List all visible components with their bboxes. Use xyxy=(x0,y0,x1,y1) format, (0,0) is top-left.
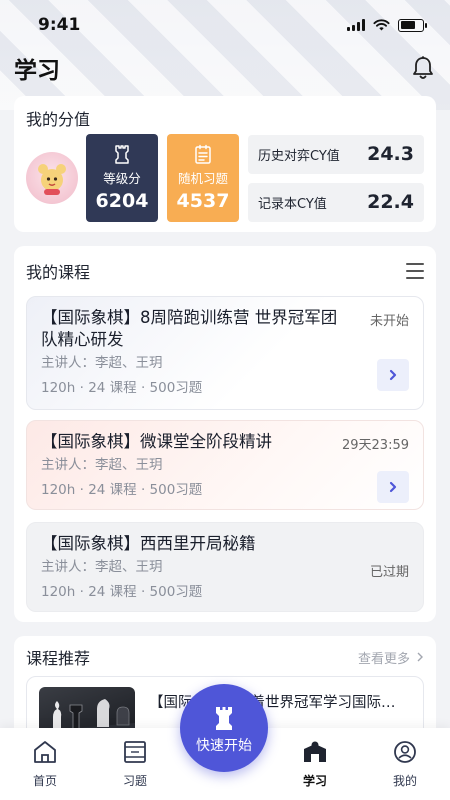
course-lecturer: 主讲人：李超、王玥 xyxy=(41,457,163,473)
record-cy-value: 22.4 xyxy=(367,191,414,213)
course-countdown: 29天23:59 xyxy=(341,438,409,453)
history-cy-value: 24.3 xyxy=(367,143,414,165)
course-lecturer: 主讲人：李超、王玥 xyxy=(41,559,163,575)
score-row: 等级分 6204 随机习题 4537 历史对弈CY值 24.3 记录本CY值 2… xyxy=(26,134,424,222)
tab-study[interactable]: 学习 xyxy=(270,728,360,800)
score-card: 我的分值 等级分 6204 随机习题 4537 历史对弈CY值 24.3 记录本… xyxy=(14,96,436,232)
course-enter-button[interactable] xyxy=(377,359,409,391)
level-score-tile[interactable]: 等级分 6204 xyxy=(86,134,158,222)
level-score-label: 等级分 xyxy=(103,171,141,186)
tab-home[interactable]: 首页 xyxy=(0,728,90,800)
course-meta: 120h · 24 课程 · 500习题 xyxy=(41,482,203,498)
avatar[interactable] xyxy=(26,152,78,204)
random-exercise-tile[interactable]: 随机习题 4537 xyxy=(167,134,239,222)
course-card[interactable]: 【国际象棋】8周陪跑训练营 世界冠军团队精心研发 未开始 主讲人：李超、王玥 1… xyxy=(26,296,424,410)
level-score-value: 6204 xyxy=(95,190,149,212)
course-name: 【国际象棋】西西里开局秘籍 xyxy=(41,534,256,553)
course-lecturer: 主讲人：李超、王玥 xyxy=(41,355,163,371)
signal-icon xyxy=(347,19,365,31)
status-icons xyxy=(347,18,427,32)
course-card[interactable]: 【国际象棋】西西里开局秘籍 主讲人：李超、王玥 120h · 24 课程 · 5… xyxy=(26,522,424,612)
status-bar: 9:41 xyxy=(0,0,450,50)
record-cy-label: 记录本CY值 xyxy=(258,196,327,212)
exercise-sheet-icon xyxy=(195,144,211,164)
recommend-title: 课程推荐 xyxy=(26,649,91,668)
course-name: 【国际象棋】8周陪跑训练营 世界冠军团队精心研发 xyxy=(41,308,338,349)
my-courses-header: 我的课程 xyxy=(26,258,424,284)
notification-bell-icon[interactable] xyxy=(410,55,436,81)
list-menu-icon[interactable] xyxy=(406,263,424,279)
chess-pawn-icon xyxy=(216,707,232,730)
course-status: 未开始 xyxy=(369,314,409,329)
my-courses-card: 我的课程 【国际象棋】8周陪跑训练营 世界冠军团队精心研发 未开始 主讲人：李超… xyxy=(14,246,436,622)
random-exercise-label: 随机习题 xyxy=(177,171,228,186)
course-status: 已过期 xyxy=(369,565,409,580)
tab-profile[interactable]: 我的 xyxy=(360,728,450,800)
board-icon xyxy=(121,738,149,766)
my-courses-title: 我的课程 xyxy=(26,263,91,282)
course-card[interactable]: 【国际象棋】微课堂全阶段精讲 29天23:59 主讲人：李超、王玥 120h ·… xyxy=(26,420,424,510)
page-title: 学习 xyxy=(14,58,60,84)
course-meta: 120h · 24 课程 · 500习题 xyxy=(41,380,203,396)
chevron-right-icon xyxy=(389,481,397,493)
tab-profile-label: 我的 xyxy=(392,774,417,788)
random-exercise-value: 4537 xyxy=(176,190,230,212)
profile-icon xyxy=(391,738,419,766)
chevron-right-icon xyxy=(417,652,423,662)
course-name: 【国际象棋】微课堂全阶段精讲 xyxy=(41,432,272,451)
cy-values: 历史对弈CY值 24.3 记录本CY值 22.4 xyxy=(248,134,424,222)
quick-start-label: 快速开始 xyxy=(196,738,252,754)
tab-study-label: 学习 xyxy=(302,774,327,788)
tab-exercises[interactable]: 习题 xyxy=(90,728,180,800)
page-header: 学习 xyxy=(0,50,450,86)
study-icon xyxy=(301,738,329,766)
record-cy-box[interactable]: 记录本CY值 22.4 xyxy=(248,182,424,222)
history-cy-box[interactable]: 历史对弈CY值 24.3 xyxy=(248,134,424,174)
status-time: 9:41 xyxy=(38,15,81,35)
course-meta: 120h · 24 课程 · 500习题 xyxy=(41,584,203,600)
rook-icon xyxy=(115,145,129,164)
see-more-link[interactable]: 查看更多 xyxy=(358,648,424,667)
quick-start-button[interactable]: 快速开始 xyxy=(180,684,268,772)
wifi-icon xyxy=(373,19,390,31)
recommend-header: 课程推荐 查看更多 xyxy=(26,644,424,670)
course-enter-button[interactable] xyxy=(377,471,409,503)
chevron-right-icon xyxy=(389,369,397,381)
score-card-title: 我的分值 xyxy=(26,110,91,129)
tab-home-label: 首页 xyxy=(32,774,57,788)
history-cy-label: 历史对弈CY值 xyxy=(258,148,340,164)
battery-icon xyxy=(398,18,427,32)
see-more-label: 查看更多 xyxy=(357,651,410,667)
tab-exercises-label: 习题 xyxy=(122,774,147,788)
home-icon xyxy=(31,738,59,766)
